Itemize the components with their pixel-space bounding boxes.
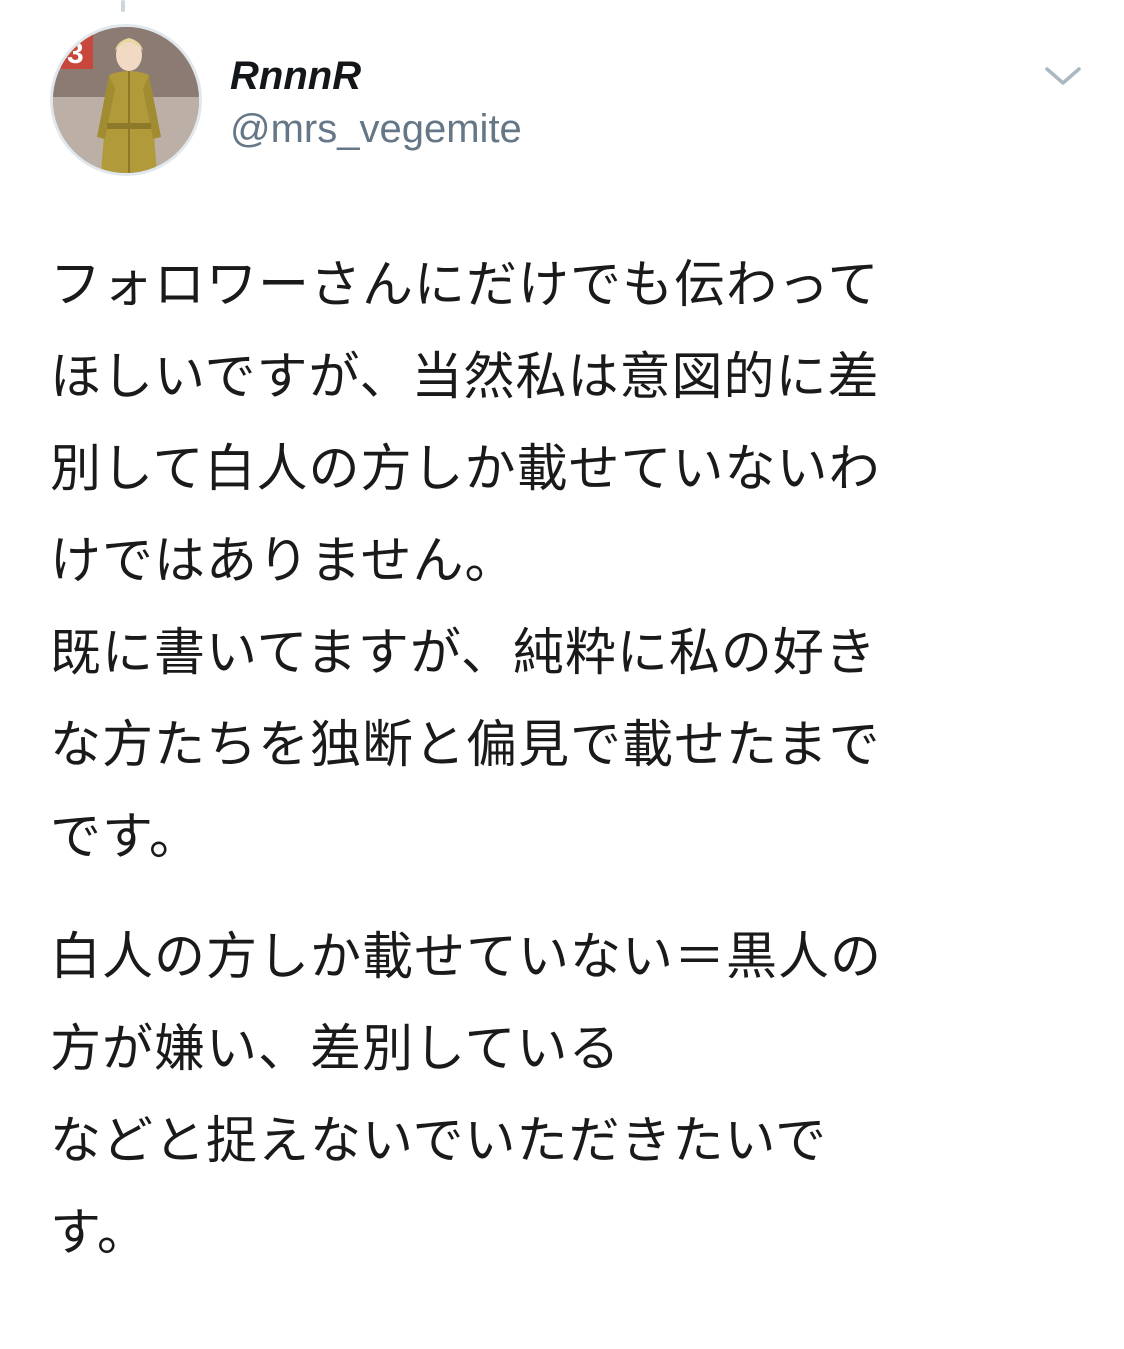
display-name[interactable]: RnnnR [230, 52, 361, 100]
tweet-text-line: です。 [50, 808, 201, 867]
tweet-text-line: 方が嫌い、差別している [50, 1020, 621, 1079]
avatar[interactable]: 3 [50, 24, 202, 176]
tweet-header: 3 RnnnR @mrs_vegemite [0, 0, 1124, 200]
tweet-text-line: ほしいですが、当然私は意図的に差 [50, 348, 880, 407]
profile-photo: 3 [53, 27, 199, 173]
user-handle[interactable]: @mrs_vegemite [230, 104, 522, 154]
tweet-paragraph: 白人の方しか載せていない＝黒人の 方が嫌い、差別している などと捉えないでいただ… [50, 912, 1050, 1280]
svg-text:3: 3 [67, 37, 84, 70]
tweet-text-line: な方たちを独断と偏見で載せたまで [50, 716, 881, 775]
tweet-text: フォロワーさんにだけでも伝わって ほしいですが、当然私は意図的に差 別して白人の… [50, 240, 1050, 1280]
tweet-text-line: フォロワーさんにだけでも伝わって [50, 256, 880, 315]
tweet-menu-button[interactable] [1030, 50, 1096, 102]
tweet-paragraph: フォロワーさんにだけでも伝わって ほしいですが、当然私は意図的に差 別して白人の… [50, 240, 1050, 884]
tweet-text-line: 既に書いてますが、純粋に私の好き [50, 624, 877, 683]
tweet-text-line: 白人の方しか載せていない＝黒人の [50, 928, 883, 987]
chevron-down-icon [1045, 67, 1081, 85]
tweet-text-line: す。 [50, 1204, 149, 1263]
tweet-text-line: などと捉えないでいただきたいで [50, 1112, 827, 1171]
tweet-text-line: けではありません。 [50, 532, 517, 591]
tweet-text-line: 別して白人の方しか載せていないわ [50, 440, 881, 499]
